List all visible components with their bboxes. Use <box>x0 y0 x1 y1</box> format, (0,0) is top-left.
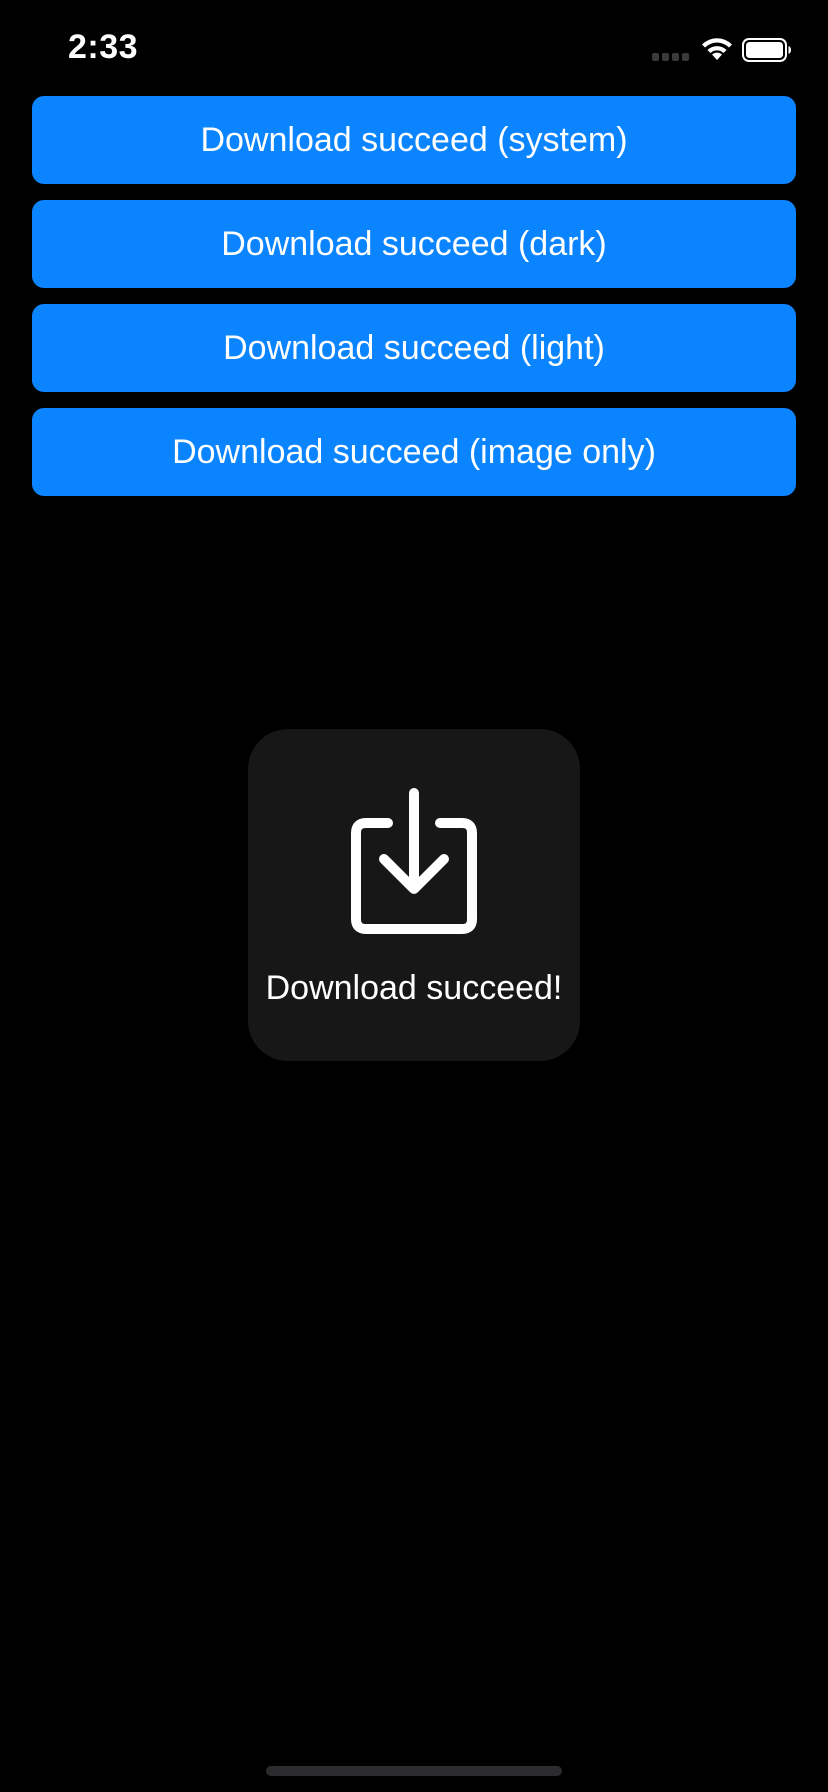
home-indicator[interactable] <box>266 1766 562 1776</box>
download-succeed-light-button[interactable]: Download succeed (light) <box>32 304 796 392</box>
download-succeed-system-button[interactable]: Download succeed (system) <box>32 96 796 184</box>
hud-message: Download succeed! <box>265 969 563 1007</box>
download-tray-icon <box>351 788 477 934</box>
cellular-signal-icon <box>652 53 692 61</box>
status-bar: 2:33 <box>0 0 828 96</box>
status-time: 2:33 <box>68 28 139 66</box>
download-succeed-image-only-button[interactable]: Download succeed (image only) <box>32 408 796 496</box>
button-list: Download succeed (system) Download succe… <box>32 96 796 512</box>
download-success-hud: Download succeed! <box>248 729 580 1061</box>
wifi-icon <box>702 38 732 60</box>
battery-icon <box>742 38 791 62</box>
download-succeed-dark-button[interactable]: Download succeed (dark) <box>32 200 796 288</box>
